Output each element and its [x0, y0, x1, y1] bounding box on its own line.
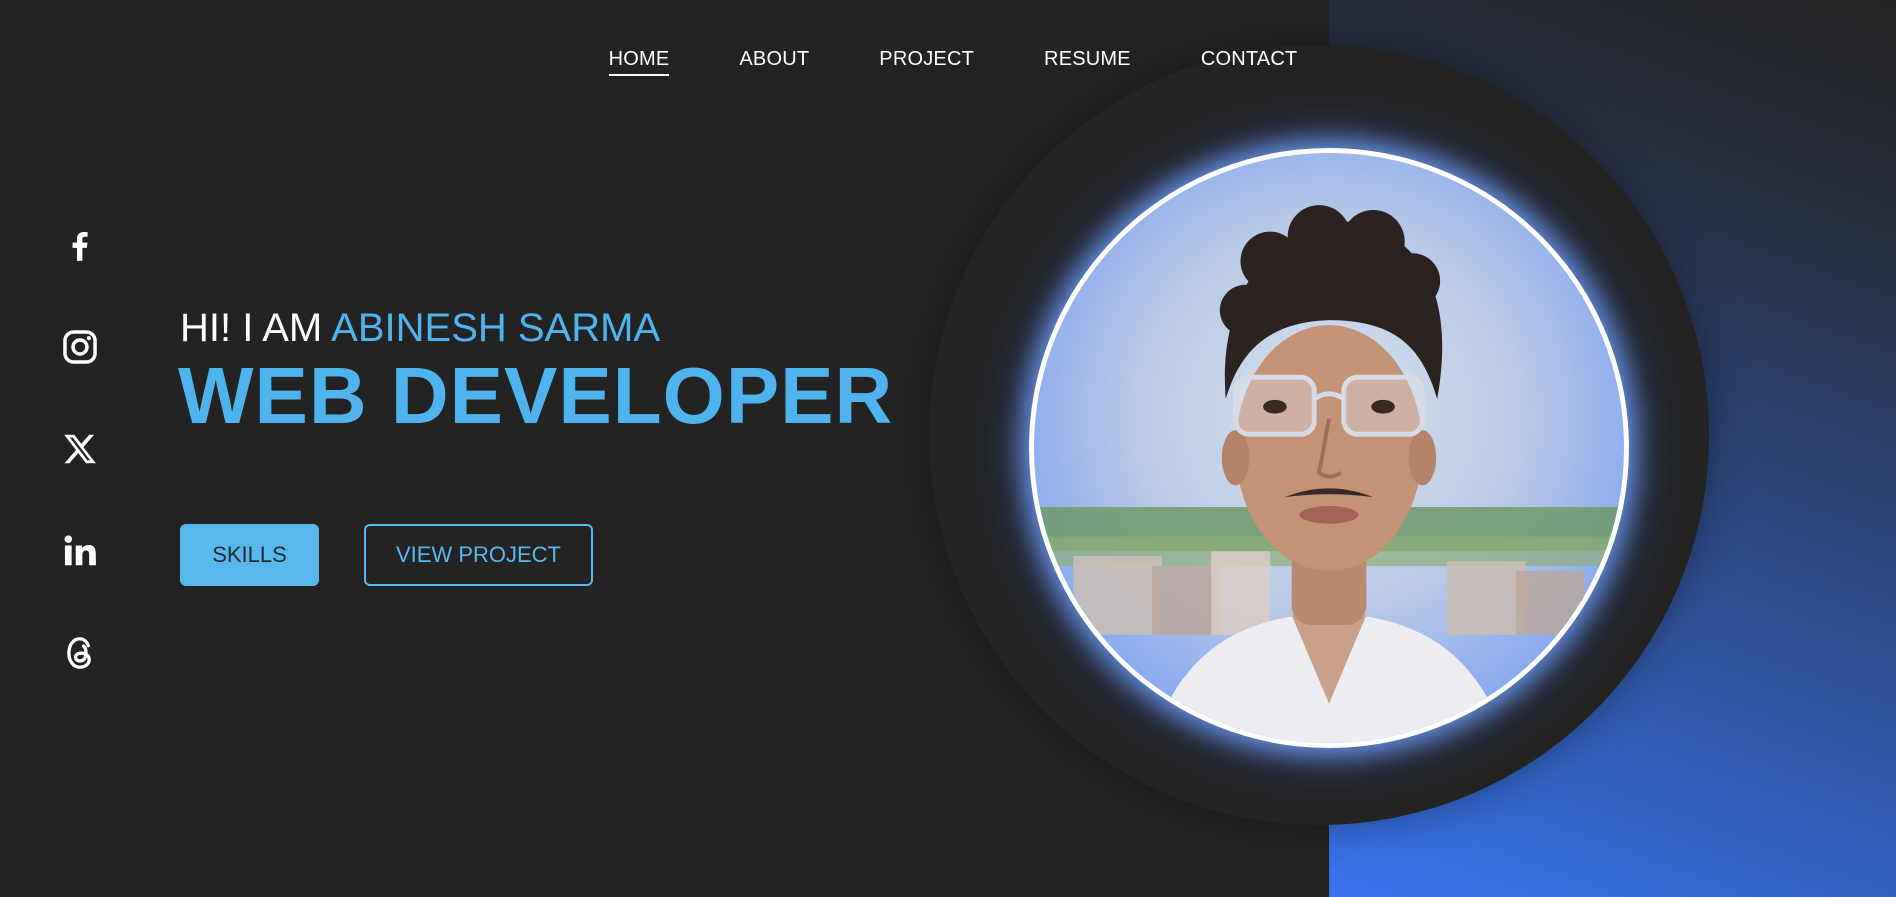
profile-photo [1029, 148, 1629, 748]
hero-role: WEB DEVELOPER [178, 351, 894, 440]
skills-button[interactable]: SKILLS [180, 524, 319, 586]
profile-photo-illustration [1034, 205, 1624, 743]
instagram-link[interactable] [60, 327, 100, 367]
x-link[interactable] [60, 429, 100, 469]
linkedin-icon [64, 535, 96, 566]
view-project-button[interactable]: VIEW PROJECT [364, 524, 593, 586]
nav-contact[interactable]: CONTACT [1201, 48, 1298, 76]
nav-resume[interactable]: RESUME [1044, 48, 1131, 76]
instagram-icon [63, 330, 97, 364]
hero-name: ABINESH SARMA [331, 306, 661, 350]
greeting-text: HI! I AM [180, 306, 323, 350]
nav-about[interactable]: ABOUT [739, 48, 809, 76]
main-nav: HOME ABOUT PROJECT RESUME CONTACT [0, 48, 1896, 76]
nav-project[interactable]: PROJECT [879, 48, 974, 76]
linkedin-link[interactable] [60, 531, 100, 571]
facebook-icon [72, 232, 88, 261]
facebook-link[interactable] [60, 225, 100, 265]
social-links [60, 225, 100, 673]
hero-greeting: HI! I AM ABINESH SARMA [180, 306, 660, 351]
x-icon [64, 434, 96, 464]
nav-home[interactable]: HOME [608, 48, 670, 76]
threads-icon [67, 637, 91, 669]
threads-link[interactable] [60, 633, 100, 673]
